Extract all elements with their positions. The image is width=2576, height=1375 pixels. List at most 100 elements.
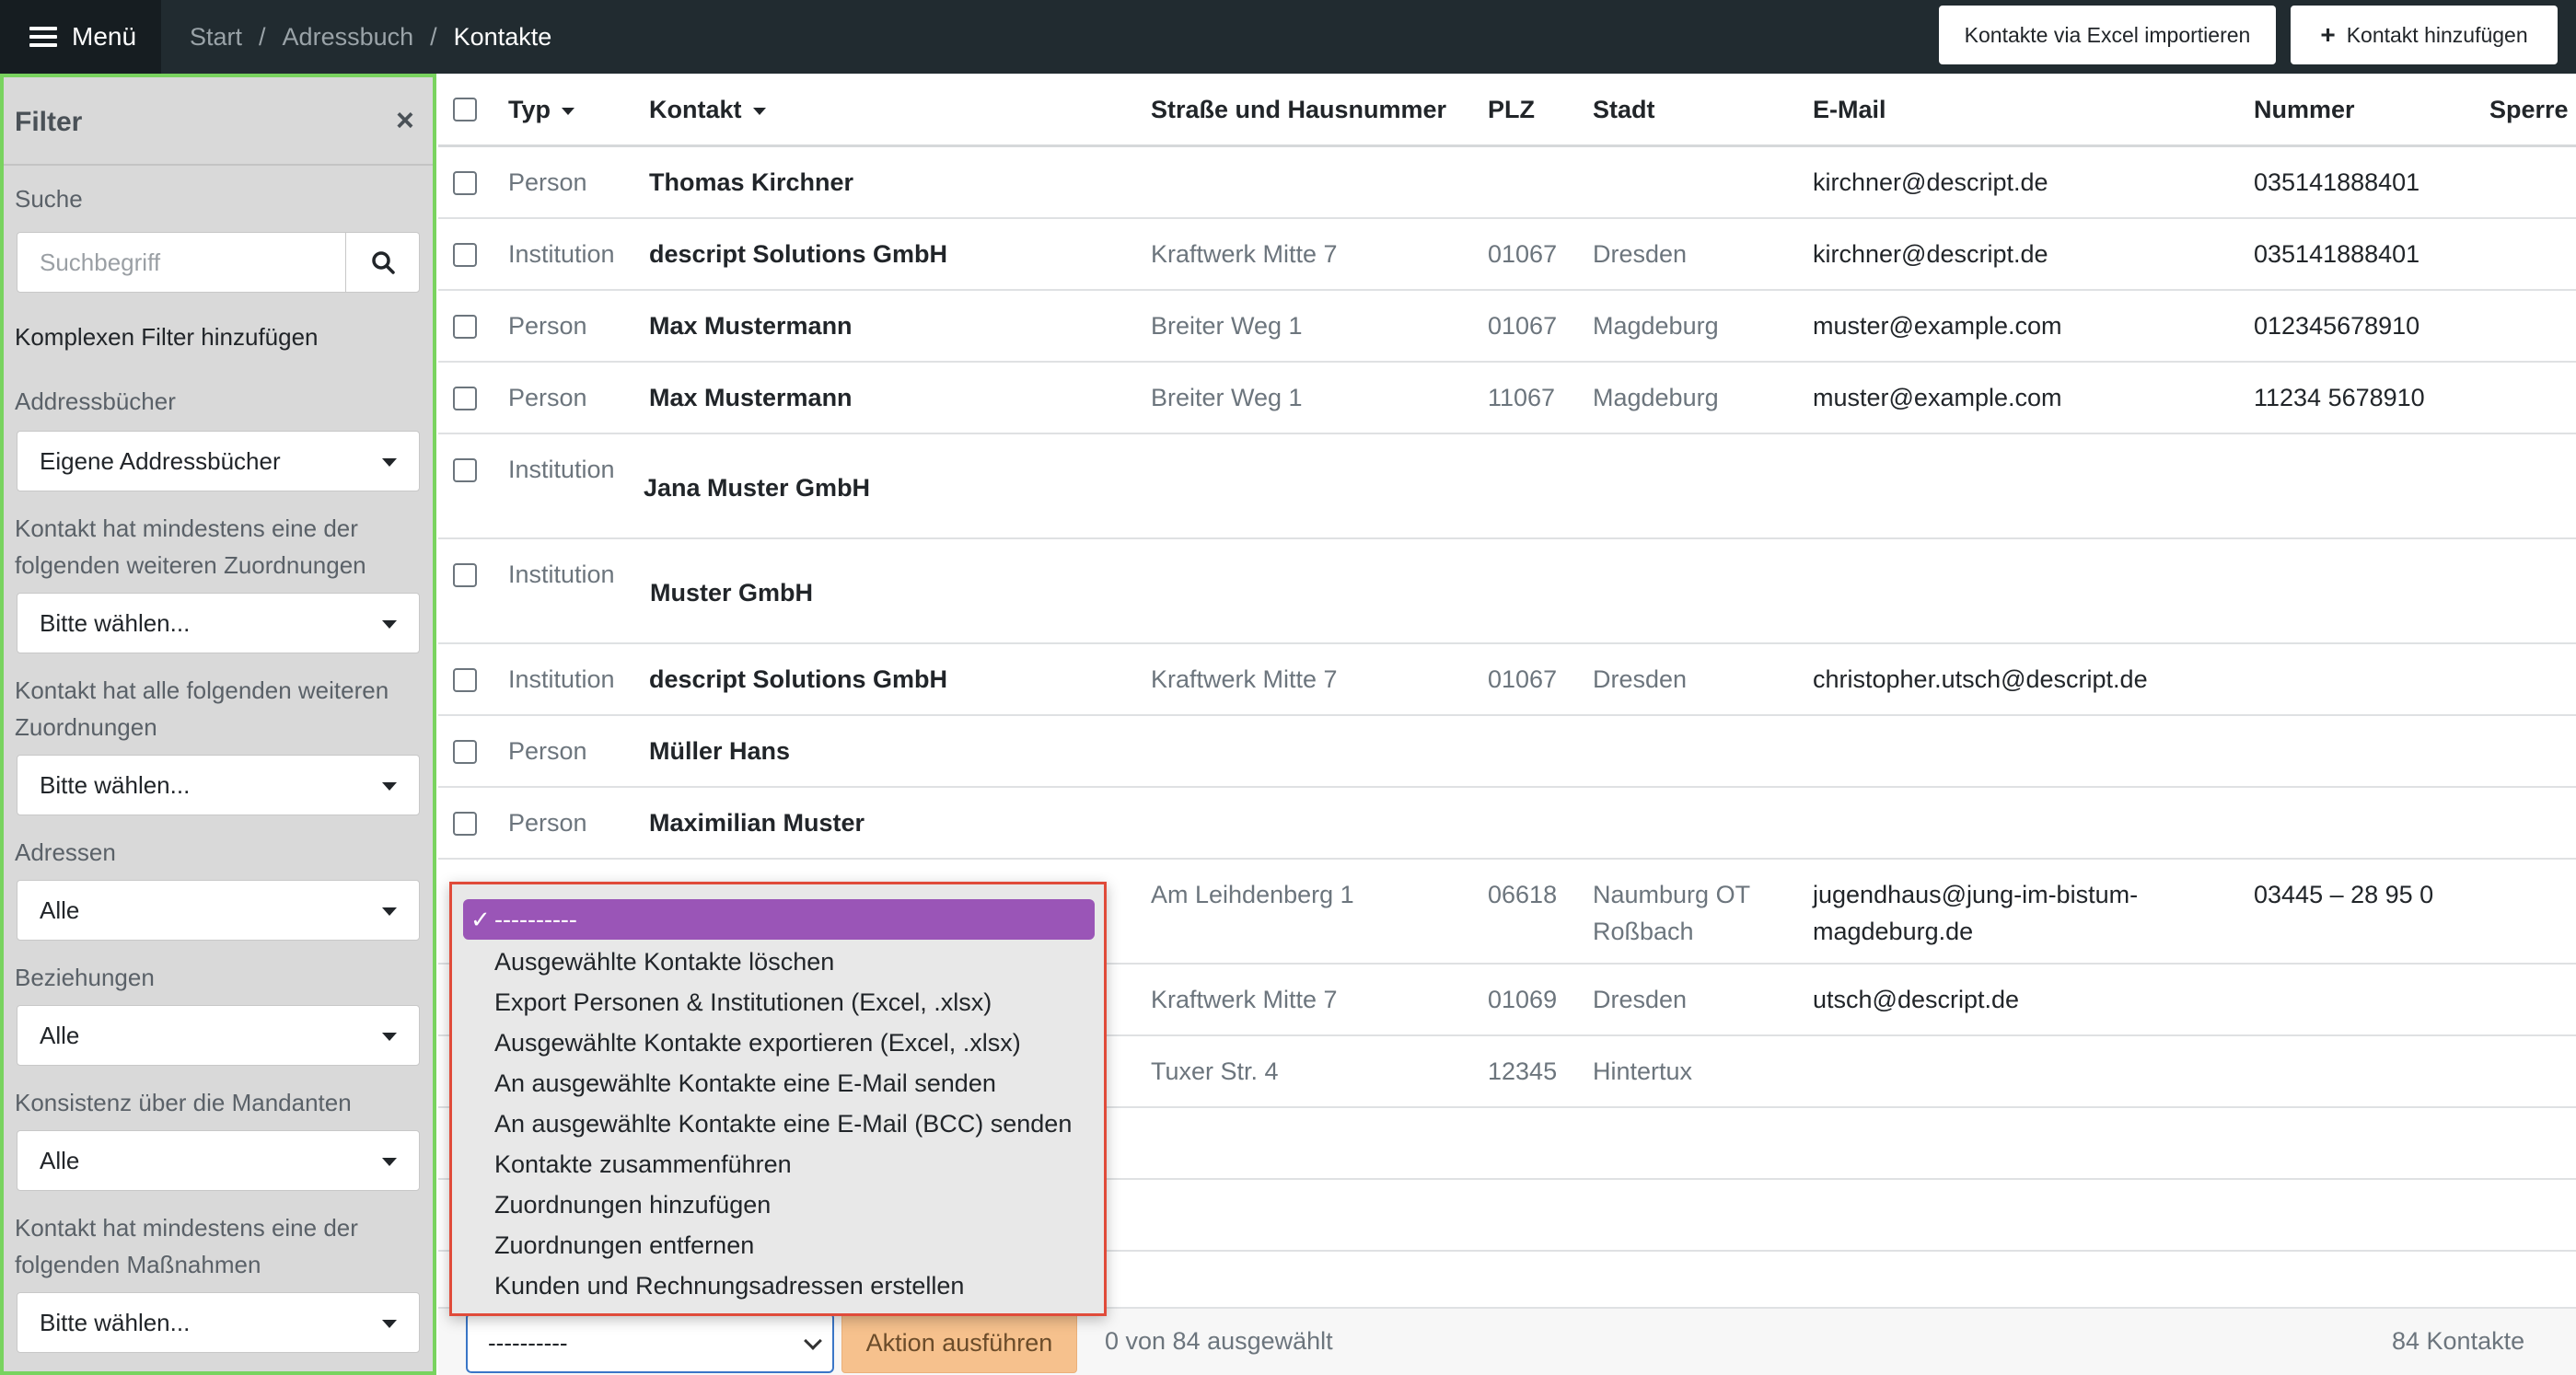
top-navbar: Menü Start / Adressbuch / Kontakte Konta… [0,0,2576,74]
table-row[interactable]: Institution Muster GmbH [438,539,2576,644]
cell-kontakt[interactable]: Max Mustermann [649,379,853,416]
cell-plz: 01069 [1488,981,1557,1018]
addressbooks-label: Addressbücher [15,383,420,420]
close-icon[interactable]: × [396,105,414,136]
header-sperre: Sperre [2489,96,2569,124]
assignments-any-label: Kontakt hat mindestens eine der folgende… [15,510,420,584]
cell-email-line2: magdeburg.de [1813,913,1973,950]
cell-kontakt[interactable]: Müller Hans [649,733,790,769]
plus-icon: + [2320,20,2335,50]
row-checkbox[interactable] [453,243,477,267]
dropdown-option-remove-assignments[interactable]: Zuordnungen entfernen [494,1225,754,1265]
table-row[interactable]: Person Maximilian Muster [438,788,2576,860]
run-action-button[interactable]: Aktion ausführen [841,1312,1077,1373]
dropdown-option-create-customers[interactable]: Kunden und Rechnungsadressen erstellen [494,1265,964,1306]
cell-stadt: Naumburg OT [1593,876,1750,913]
row-checkbox[interactable] [453,458,477,482]
measures-select[interactable]: Bitte wählen... [17,1292,420,1353]
dropdown-option-export-selected[interactable]: Ausgewählte Kontakte exportieren (Excel,… [494,1023,1021,1063]
search-group [17,232,420,293]
cell-email: jugendhaus@jung-im-bistum- [1813,876,2138,913]
breadcrumb-adressbuch[interactable]: Adressbuch [283,23,414,52]
cell-nummer: 11234 5678910 [2254,379,2425,416]
cell-plz: 11067 [1488,379,1555,416]
row-checkbox[interactable] [453,171,477,195]
relations-select[interactable]: Alle [17,1005,420,1066]
table-row[interactable]: Institution descript Solutions GmbH Kraf… [438,644,2576,716]
cell-kontakt[interactable]: descript Solutions GmbH [649,661,947,698]
cell-strasse: Tuxer Str. 4 [1151,1053,1279,1090]
assignments-any-select[interactable]: Bitte wählen... [17,593,420,653]
table-row[interactable]: Person Max Mustermann Breiter Weg 1 1106… [438,363,2576,434]
table-row[interactable]: Person Max Mustermann Breiter Weg 1 0106… [438,291,2576,363]
search-input[interactable] [17,233,345,292]
addressbooks-select[interactable]: Eigene Addressbücher [17,431,420,491]
cell-typ: Person [508,733,587,769]
search-button[interactable] [345,233,419,292]
header-typ[interactable]: Typ [508,96,574,124]
caret-down-icon [382,620,397,629]
dropdown-option-add-assignments[interactable]: Zuordnungen hinzufügen [494,1184,771,1225]
table-header: Typ Kontakt Straße und Hausnummer PLZ St… [438,74,2576,147]
cell-strasse: Kraftwerk Mitte 7 [1151,661,1338,698]
cell-kontakt[interactable]: Thomas Kirchner [649,164,853,201]
cell-email: utsch@descript.de [1813,981,2019,1018]
dropdown-option-selected[interactable]: ✓ ---------- [463,899,1095,940]
cell-kontakt[interactable]: Maximilian Muster [649,804,864,841]
header-kontakt[interactable]: Kontakt [649,96,766,124]
cell-plz: 01067 [1488,236,1557,272]
cell-strasse: Kraftwerk Mitte 7 [1151,981,1338,1018]
row-checkbox[interactable] [453,563,477,587]
cell-stadt: Dresden [1593,661,1687,698]
row-checkbox[interactable] [453,387,477,410]
table-row[interactable]: Person Müller Hans [438,716,2576,788]
cell-nummer: 012345678910 [2254,307,2419,344]
header-typ-label: Typ [508,96,551,123]
row-checkbox[interactable] [453,812,477,836]
cell-typ: Institution [508,451,615,488]
complex-filter-link[interactable]: Komplexen Filter hinzufügen [15,318,420,355]
breadcrumb-kontakte: Kontakte [454,23,552,52]
assignments-all-value: Bitte wählen... [40,771,190,800]
breadcrumb-separator: / [259,23,266,52]
caret-down-icon [382,907,397,916]
table-row[interactable]: Person Thomas Kirchner kirchner@descript… [438,147,2576,219]
header-nummer: Nummer [2254,96,2355,124]
selected-count: 0 von 84 ausgewählt [1105,1327,1333,1356]
bulk-action-select[interactable]: ---------- [466,1312,834,1373]
cell-kontakt[interactable]: descript Solutions GmbH [649,236,947,272]
table-row[interactable]: Institution descript Solutions GmbH Kraf… [438,219,2576,291]
cell-kontakt[interactable]: Jana Muster GmbH [644,469,870,506]
hamburger-icon [29,27,57,47]
addresses-select[interactable]: Alle [17,880,420,941]
dropdown-option-email[interactable]: An ausgewählte Kontakte eine E-Mail send… [494,1063,996,1103]
dropdown-option-merge[interactable]: Kontakte zusammenführen [494,1144,792,1184]
add-contact-button[interactable]: + Kontakt hinzufügen [2291,6,2558,64]
table-row[interactable]: Institution Jana Muster GmbH [438,434,2576,539]
header-strasse: Straße und Hausnummer [1151,96,1446,124]
cell-email: kirchner@descript.de [1813,236,2048,272]
cell-kontakt[interactable]: Max Mustermann [649,307,853,344]
dropdown-option-delete[interactable]: Ausgewählte Kontakte löschen [494,942,834,982]
dropdown-option-export-all[interactable]: Export Personen & Institutionen (Excel, … [494,982,992,1023]
row-checkbox[interactable] [453,668,477,692]
cell-plz: 01067 [1488,307,1557,344]
addresses-value: Alle [40,896,79,925]
menu-button[interactable]: Menü [0,0,161,74]
row-checkbox[interactable] [453,740,477,764]
filter-header: Filter × [4,77,433,166]
chevron-down-icon [804,1332,822,1350]
cell-kontakt[interactable]: Muster GmbH [650,574,813,611]
consistency-label: Konsistenz über die Mandanten [15,1084,420,1121]
cell-plz: 12345 [1488,1053,1557,1090]
breadcrumb-start[interactable]: Start [190,23,242,52]
bulk-action-dropdown: ✓ ---------- Ausgewählte Kontakte lösche… [449,882,1107,1316]
row-checkbox[interactable] [453,315,477,339]
dropdown-option-email-bcc[interactable]: An ausgewählte Kontakte eine E-Mail (BCC… [494,1103,1072,1144]
select-all-checkbox[interactable] [453,98,477,121]
cell-plz: 01067 [1488,661,1557,698]
import-excel-button[interactable]: Kontakte via Excel importieren [1939,6,2276,64]
consistency-select[interactable]: Alle [17,1130,420,1191]
assignments-all-select[interactable]: Bitte wählen... [17,755,420,815]
header-email: E-Mail [1813,96,1886,124]
